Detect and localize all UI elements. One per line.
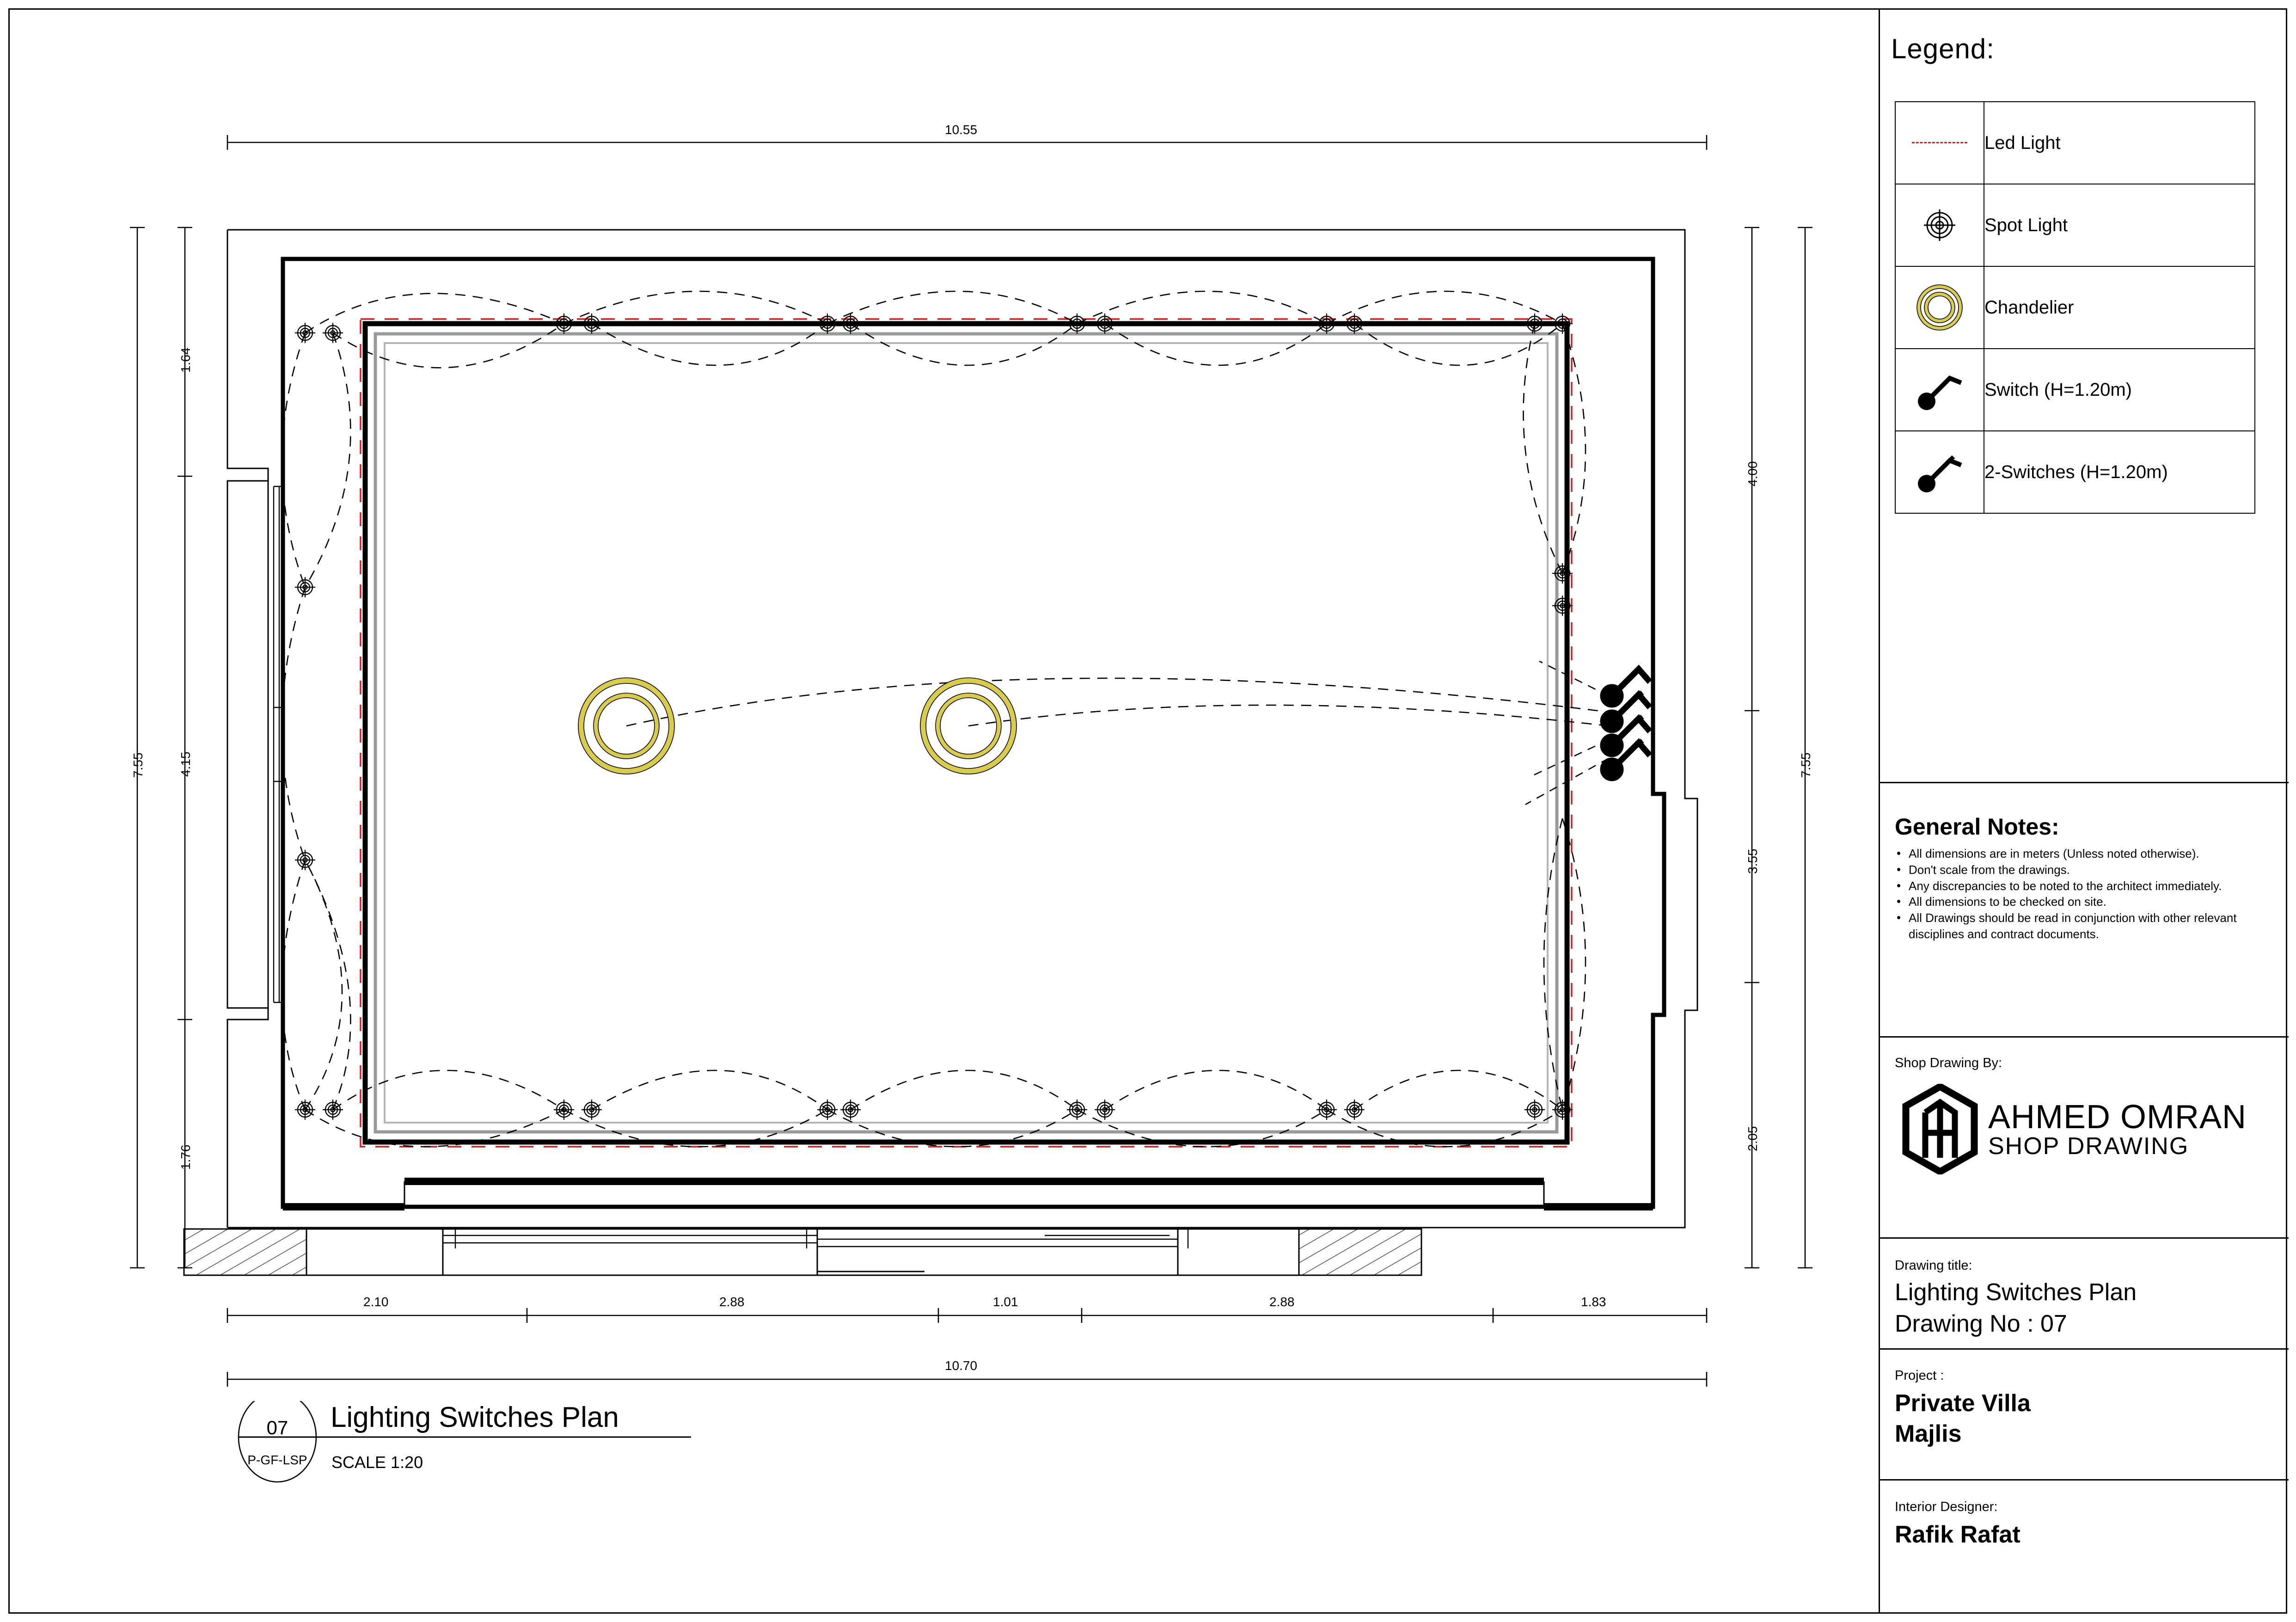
- company-name: AHMED OMRAN: [1988, 1099, 2247, 1136]
- chandelier-icon: [1895, 266, 1984, 349]
- legend-row-led: Led Light: [1895, 101, 2255, 184]
- drawing-number-value: Drawing No : 07: [1895, 1310, 2067, 1337]
- plan-vector-graphics: [130, 135, 1812, 1387]
- title-tag-title: Lighting Switches Plan: [331, 1401, 619, 1433]
- legend-row-switch-double: 2-Switches (H=1.20m): [1895, 430, 2255, 514]
- led-light-icon: [1895, 101, 1984, 184]
- dim-left-overall: 7.55: [131, 752, 145, 778]
- company-logo: AHMED OMRAN SHOP DRAWING: [1901, 1082, 2266, 1177]
- title-block-panel: Legend: Led Light Spot Light Chandelier …: [1879, 10, 2289, 1612]
- dim-bottom-seg-5: 1.83: [1581, 1295, 1606, 1309]
- switch-double-icon: [1895, 430, 1984, 514]
- legend-label-spot: Spot Light: [1984, 184, 2255, 267]
- title-tag-scale: SCALE 1:20: [331, 1453, 423, 1472]
- drawing-title-value: Lighting Switches Plan: [1895, 1279, 2137, 1306]
- general-notes-list: All dimensions are in meters (Unless not…: [1895, 845, 2272, 942]
- chandelier-fixtures: [578, 678, 1016, 774]
- floor-plan-drawing: 10.55 2.10 2.88 1.01 2.88 1.83 10.70 7.5…: [0, 0, 1879, 1622]
- lighting-wiring: [281, 290, 1609, 1148]
- general-note-item: Don't scale from the drawings.: [1897, 861, 2272, 878]
- general-note-item: All Drawings should be read in conjuncti…: [1897, 909, 2272, 942]
- dim-left-seg-1: 1.64: [178, 347, 193, 373]
- dim-bottom-seg-1: 2.10: [363, 1295, 389, 1309]
- dim-bottom-seg-3: 1.01: [993, 1295, 1018, 1309]
- dim-bottom-seg-4: 2.88: [1269, 1295, 1295, 1309]
- general-note-item: All dimensions to be checked on site.: [1897, 893, 2272, 910]
- general-note-item: All dimensions are in meters (Unless not…: [1897, 845, 2272, 862]
- interior-designer-name: Rafik Rafat: [1895, 1521, 2020, 1548]
- dim-bottom-seg-2: 2.88: [719, 1295, 745, 1309]
- general-notes-title: General Notes:: [1895, 814, 2059, 840]
- legend-title: Legend:: [1891, 33, 1995, 64]
- legend-label-switch-double: 2-Switches (H=1.20m): [1984, 430, 2255, 514]
- general-note-item: Any discrepancies to be noted to the arc…: [1897, 878, 2272, 894]
- switch-single: [1600, 664, 1653, 708]
- legend-row-switch: Switch (H=1.20m): [1895, 348, 2255, 431]
- dim-right-seg-1: 4.00: [1745, 461, 1760, 487]
- dim-right-overall: 7.55: [1799, 752, 1813, 778]
- interior-designer-label: Interior Designer:: [1895, 1499, 1998, 1514]
- legend-row-chandelier: Chandelier: [1895, 266, 2255, 349]
- project-name: Private Villa: [1895, 1390, 2031, 1417]
- dim-right-seg-3: 2.05: [1745, 1126, 1760, 1152]
- shop-drawing-by-label: Shop Drawing By:: [1895, 1056, 2002, 1070]
- company-subtitle: SHOP DRAWING: [1988, 1132, 2189, 1160]
- legend-table: Led Light Spot Light Chandelier Switch (…: [1895, 101, 2255, 514]
- project-label: Project :: [1895, 1368, 1944, 1383]
- switch-single-icon: [1895, 348, 1984, 431]
- dim-left-seg-2: 4.15: [178, 751, 193, 777]
- legend-label-chandelier: Chandelier: [1984, 266, 2255, 349]
- legend-label-switch: Switch (H=1.20m): [1984, 348, 2255, 431]
- switch-cluster: [1600, 664, 1653, 781]
- title-tag-code: P-GF-LSP: [247, 1453, 307, 1467]
- dim-bottom-overall: 10.70: [945, 1358, 978, 1373]
- drawing-title-label: Drawing title:: [1895, 1258, 1972, 1273]
- spot-light-icon: [1895, 184, 1984, 267]
- spot-light-fixtures: [294, 313, 1574, 1121]
- dim-left-seg-3: 1.76: [178, 1144, 193, 1170]
- title-tag-number: 07: [266, 1417, 288, 1438]
- drawing-title-tag: 07 P-GF-LSP Lighting Switches Plan SCALE…: [229, 1391, 784, 1484]
- room-walls: [227, 229, 1698, 1229]
- dim-top-overall: 10.55: [945, 123, 978, 137]
- project-area: Majlis: [1895, 1420, 1962, 1447]
- ahmed-omran-monogram-icon: [1901, 1082, 1979, 1177]
- led-light-line: [360, 318, 1573, 1148]
- legend-row-spot: Spot Light: [1895, 184, 2255, 267]
- legend-label-led: Led Light: [1984, 101, 2255, 184]
- dim-right-seg-2: 3.55: [1745, 848, 1760, 874]
